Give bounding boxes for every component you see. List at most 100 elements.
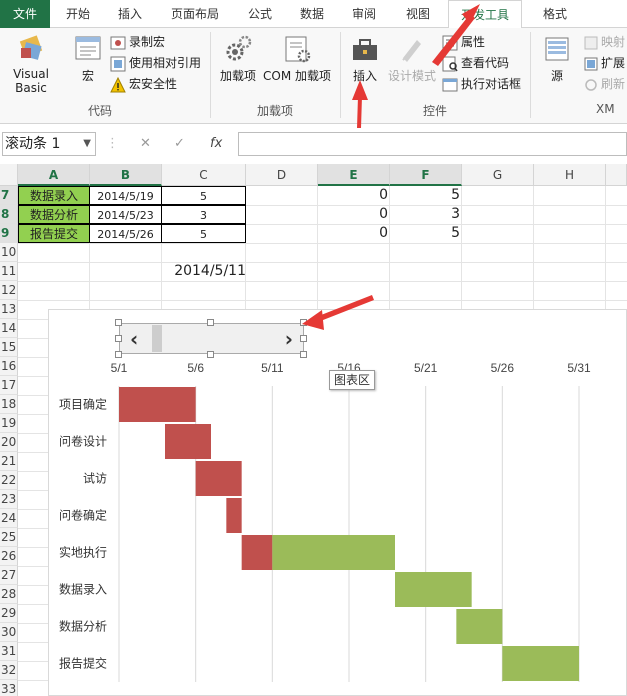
cell-f7[interactable]: 5 xyxy=(390,186,460,205)
row-header-26[interactable]: 26 xyxy=(0,547,18,566)
gantt-bar xyxy=(119,387,196,422)
column-header-d[interactable]: D xyxy=(246,164,318,186)
name-box[interactable]: 滚动条 1 ▼ xyxy=(2,132,96,156)
expansion-packs-icon xyxy=(584,57,598,70)
map-properties-button[interactable]: 映射 xyxy=(584,32,625,52)
refresh-data-button[interactable]: 刷新 xyxy=(584,74,625,94)
addins-button[interactable]: 加载项 xyxy=(216,34,260,84)
addins-label: 加载项 xyxy=(219,69,256,83)
column-header-g[interactable]: G xyxy=(462,164,534,186)
tab-format[interactable]: 格式 xyxy=(530,0,580,28)
enter-icon[interactable]: ✓ xyxy=(174,136,185,151)
expansion-packs-label: 扩展 xyxy=(601,56,626,70)
chevron-down-icon[interactable]: ▼ xyxy=(83,133,91,155)
view-code-button[interactable]: 查看代码 xyxy=(442,53,509,73)
cell-c11[interactable]: 2014/5/11 xyxy=(162,262,246,281)
expansion-packs-button[interactable]: 扩展 xyxy=(584,53,625,73)
cell-c8[interactable]: 3 xyxy=(161,205,246,224)
visual-basic-button[interactable]: Visual Basic xyxy=(0,34,66,95)
insert-control-button[interactable]: 插入 xyxy=(346,34,384,84)
row-header-33[interactable]: 33 xyxy=(0,680,18,696)
column-header-e[interactable]: E xyxy=(318,164,390,186)
column-header-a[interactable]: A xyxy=(18,164,90,186)
relative-reference-button[interactable]: 使用相对引用 xyxy=(110,53,201,73)
row-header-9[interactable]: 9 xyxy=(0,224,18,243)
row-header-19[interactable]: 19 xyxy=(0,414,18,433)
cell-c7[interactable]: 5 xyxy=(161,186,246,205)
macro-button[interactable]: 宏 xyxy=(70,34,106,84)
tab-file[interactable]: 文件 xyxy=(0,0,50,28)
tab-view[interactable]: 视图 xyxy=(396,0,440,28)
cell-f8[interactable]: 3 xyxy=(390,205,460,224)
com-addins-icon xyxy=(285,36,311,63)
chart-area[interactable]: ‹ › 5/1 5/6 5/11 5/16 5/21 5/26 5/31 项目确定 问卷设计 试访… xyxy=(48,309,627,696)
row-header-24[interactable]: 24 xyxy=(0,509,18,528)
cell-b9[interactable]: 2014/5/26 xyxy=(89,224,162,243)
cell-e8[interactable]: 0 xyxy=(318,205,388,224)
column-header-i[interactable] xyxy=(606,164,627,186)
y-category-label: 问卷确定 xyxy=(59,508,107,523)
row-header-17[interactable]: 17 xyxy=(0,376,18,395)
design-mode-button[interactable]: 设计模式 xyxy=(384,34,440,84)
cell-e7[interactable]: 0 xyxy=(318,186,388,205)
column-header-h[interactable]: H xyxy=(534,164,606,186)
design-mode-icon xyxy=(402,40,421,62)
row-header-16[interactable]: 16 xyxy=(0,357,18,376)
xml-source-button[interactable]: 源 xyxy=(538,34,576,84)
row-header-12[interactable]: 12 xyxy=(0,281,18,300)
tab-formulas[interactable]: 公式 xyxy=(238,0,282,28)
tab-data[interactable]: 数据 xyxy=(290,0,334,28)
tab-page-layout[interactable]: 页面布局 xyxy=(162,0,228,28)
row-header-11[interactable]: 11 xyxy=(0,262,18,281)
row-header-31[interactable]: 31 xyxy=(0,642,18,661)
row-header-28[interactable]: 28 xyxy=(0,585,18,604)
row-header-32[interactable]: 32 xyxy=(0,661,18,680)
run-dialog-button[interactable]: 执行对话框 xyxy=(442,74,521,94)
record-macro-button[interactable]: 录制宏 xyxy=(110,32,165,52)
macro-security-button[interactable]: 宏安全性 xyxy=(110,74,177,94)
row-header-21[interactable]: 21 xyxy=(0,452,18,471)
cell-c9[interactable]: 5 xyxy=(161,224,246,243)
column-header-c[interactable]: C xyxy=(162,164,246,186)
row-header-14[interactable]: 14 xyxy=(0,319,18,338)
column-header-b[interactable]: B xyxy=(90,164,162,186)
row-header-18[interactable]: 18 xyxy=(0,395,18,414)
row-header-20[interactable]: 20 xyxy=(0,433,18,452)
toolbox-icon xyxy=(353,39,377,60)
row-header-23[interactable]: 23 xyxy=(0,490,18,509)
tab-review[interactable]: 审阅 xyxy=(342,0,386,28)
cancel-icon[interactable]: ✕ xyxy=(140,136,151,151)
cell-a8[interactable]: 数据分析 xyxy=(18,205,90,224)
row-header-29[interactable]: 29 xyxy=(0,604,18,623)
tab-home[interactable]: 开始 xyxy=(56,0,100,28)
cell-e9[interactable]: 0 xyxy=(318,224,388,243)
row-header-25[interactable]: 25 xyxy=(0,528,18,547)
column-header-f[interactable]: F xyxy=(390,164,462,186)
insert-function-icon[interactable]: fx xyxy=(210,136,222,151)
cell-a9[interactable]: 报告提交 xyxy=(18,224,90,243)
relative-reference-label: 使用相对引用 xyxy=(129,56,202,70)
row-header-7[interactable]: 7 xyxy=(0,186,18,205)
row-header-15[interactable]: 15 xyxy=(0,338,18,357)
cell-a7[interactable]: 数据录入 xyxy=(18,186,90,205)
row-header-10[interactable]: 10 xyxy=(0,243,18,262)
row-header-13[interactable]: 13 xyxy=(0,300,18,319)
cell-f9[interactable]: 5 xyxy=(390,224,460,243)
tab-insert[interactable]: 插入 xyxy=(108,0,152,28)
cell-b7[interactable]: 2014/5/19 xyxy=(89,186,162,205)
row-header-30[interactable]: 30 xyxy=(0,623,18,642)
group-label-code: 代码 xyxy=(87,104,112,118)
com-addins-button[interactable]: COM 加载项 xyxy=(260,34,334,84)
select-all-corner[interactable] xyxy=(0,164,18,186)
cell-b8[interactable]: 2014/5/23 xyxy=(89,205,162,224)
properties-button[interactable]: 属性 xyxy=(442,32,485,52)
formula-input[interactable] xyxy=(238,132,627,156)
row-header-27[interactable]: 27 xyxy=(0,566,18,585)
tab-developer[interactable]: 开发工具 xyxy=(448,0,522,29)
run-dialog-icon xyxy=(442,78,458,91)
row-header-8[interactable]: 8 xyxy=(0,205,18,224)
x-tick-label: 5/11 xyxy=(261,361,284,375)
y-category-label: 数据分析 xyxy=(59,619,107,634)
row-header-22[interactable]: 22 xyxy=(0,471,18,490)
worksheet-grid[interactable]: A B C D E F G H 7 8 9 10 11 12 13 14 15 16 17 18 19 2… xyxy=(0,164,627,696)
